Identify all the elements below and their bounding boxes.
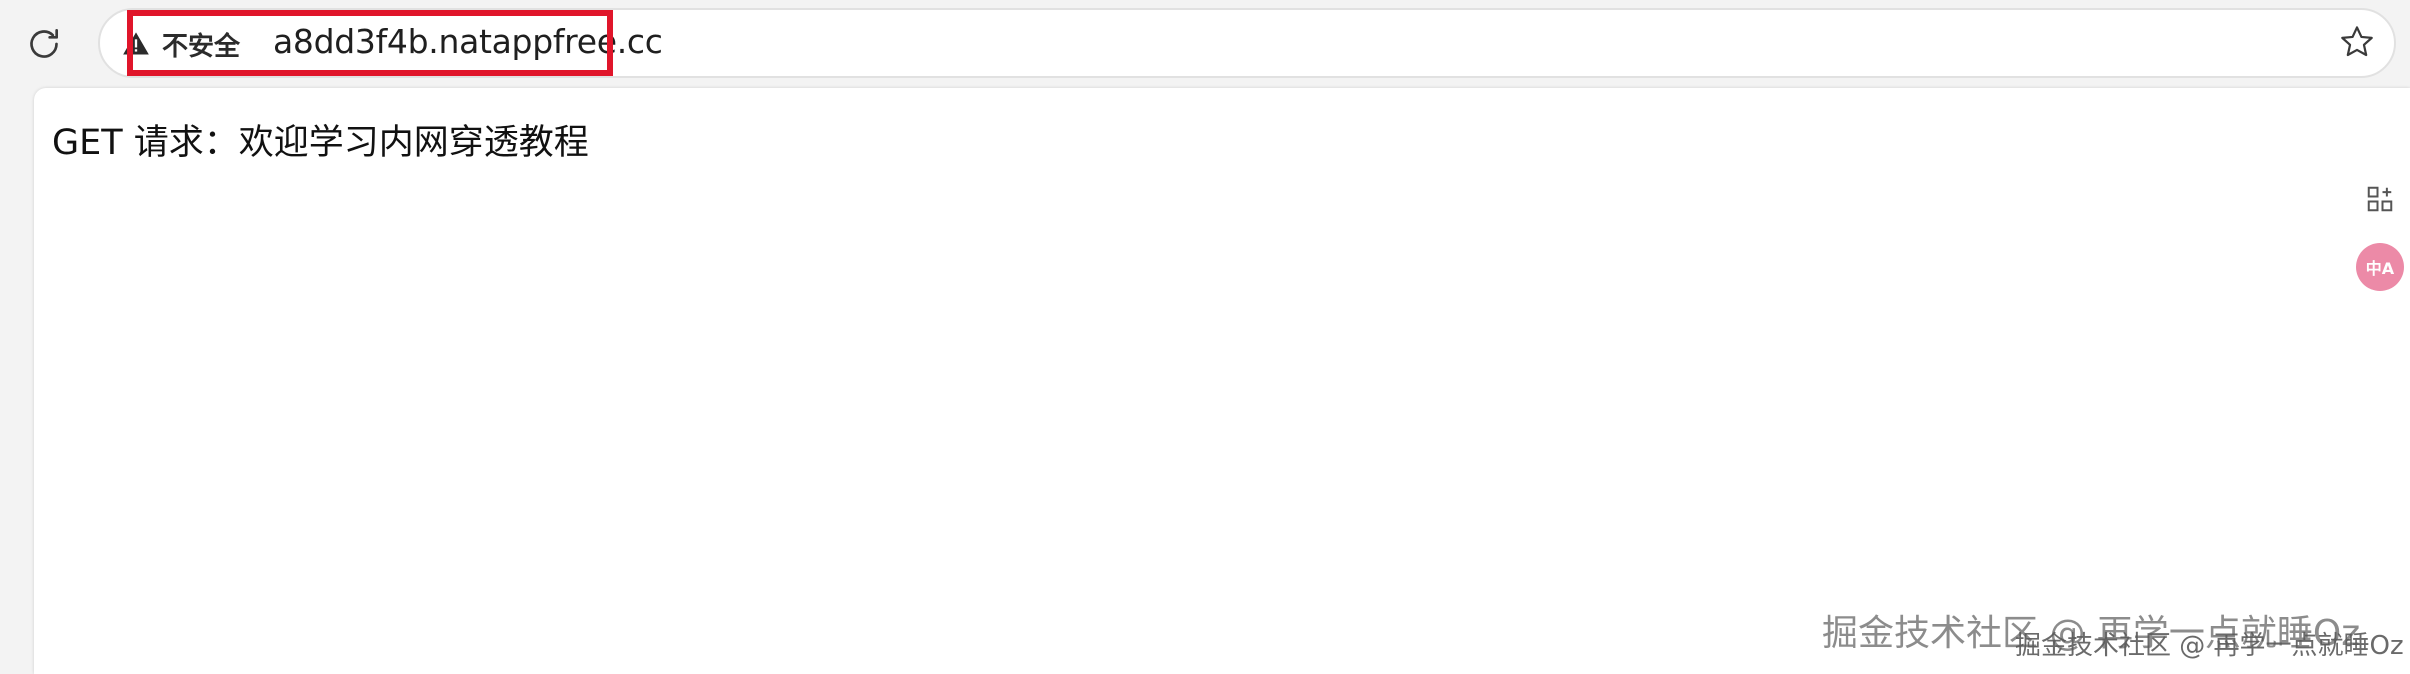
translate-icon: 中A [2365,259,2395,278]
star-icon [2341,26,2373,57]
warning-triangle-icon [120,28,152,60]
reload-icon [30,29,59,58]
security-indicator[interactable]: 不安全 [120,26,240,62]
side-panel: 中A [2350,165,2410,315]
url-text[interactable]: a8dd3f4b.natappfree.cc [273,22,663,61]
translate-button[interactable]: 中A [2356,243,2404,291]
security-label: 不安全 [162,31,241,62]
browser-toolbar: 不安全 a8dd3f4b.natappfree.cc [0,0,2410,88]
page-viewport: GET 请求：欢迎学习内网穿透教程 [34,88,2410,674]
favorite-button[interactable] [2335,20,2379,64]
add-app-icon [2367,186,2393,212]
add-app-button[interactable] [2356,175,2404,223]
page-text: GET 请求：欢迎学习内网穿透教程 [52,123,589,163]
reload-button[interactable] [20,20,68,68]
